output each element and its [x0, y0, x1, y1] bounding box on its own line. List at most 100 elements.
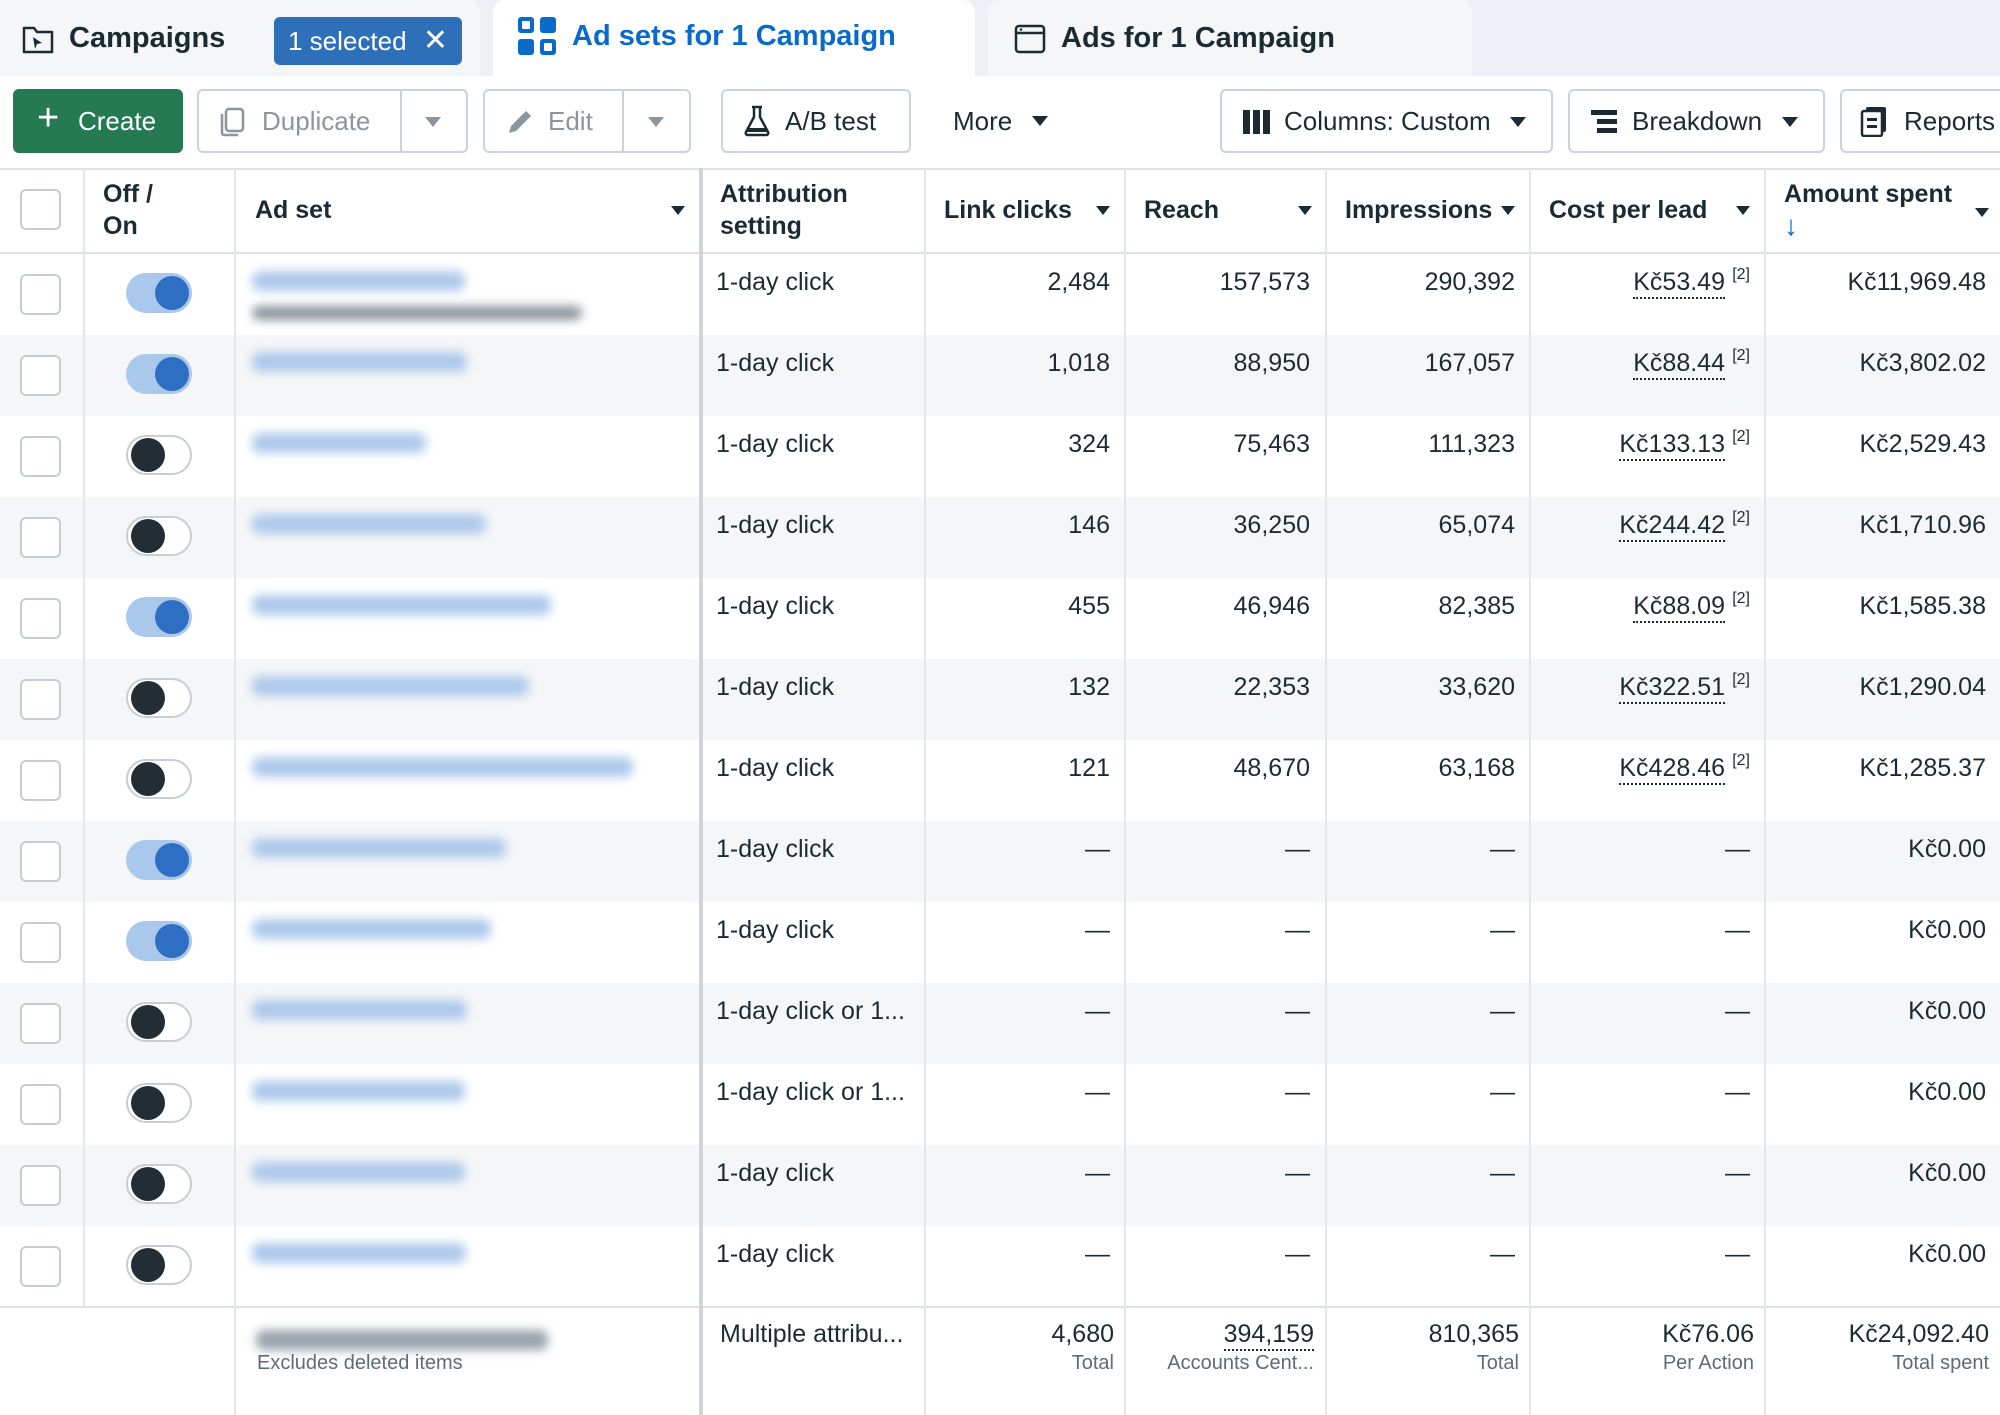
- col-header-cost-per-lead[interactable]: Cost per lead: [1549, 168, 1750, 252]
- row-cost-footnote: [2]: [1732, 428, 1750, 445]
- row-toggle[interactable]: [126, 1002, 192, 1042]
- row-cost-per-lead: —: [1725, 1159, 1750, 1187]
- table-row[interactable]: 1-day click 132 22,353 33,620 Kč322.51 [2] Kč1…: [0, 659, 2000, 740]
- totals-cost-per-lead: Kč76.06: [1662, 1320, 1754, 1348]
- ad-set-name-blurred[interactable]: [252, 1162, 465, 1182]
- row-checkbox[interactable]: [20, 760, 61, 801]
- col-sep: [1325, 168, 1327, 1415]
- row-checkbox[interactable]: [20, 1003, 61, 1044]
- breakdown-button[interactable]: Breakdown: [1568, 89, 1825, 153]
- ad-set-name-blurred[interactable]: [252, 433, 426, 453]
- ad-set-name-blurred[interactable]: [252, 271, 465, 291]
- ad-set-name-blurred[interactable]: [252, 1000, 467, 1020]
- row-checkbox[interactable]: [20, 598, 61, 639]
- row-amount-spent: Kč1,710.96: [1859, 511, 1987, 539]
- totals-amount-spent: Kč24,092.40: [1848, 1320, 1989, 1348]
- create-button[interactable]: + Create: [13, 89, 183, 153]
- table-row[interactable]: 1-day click — — — — Kč0.00: [0, 1145, 2000, 1226]
- col-header-link-clicks[interactable]: Link clicks: [944, 168, 1110, 252]
- tab-ads[interactable]: Ads for 1 Campaign: [988, 0, 1472, 76]
- col-header-off-on[interactable]: Off / On: [103, 168, 183, 252]
- ad-set-name-blurred[interactable]: [252, 676, 529, 696]
- row-cost-per-lead[interactable]: Kč133.13: [1619, 430, 1725, 461]
- row-toggle[interactable]: [126, 1245, 192, 1285]
- col-header-amount-spent[interactable]: Amount spent ↓: [1784, 168, 1989, 252]
- row-checkbox[interactable]: [20, 355, 61, 396]
- row-toggle[interactable]: [126, 516, 192, 556]
- selected-count-badge[interactable]: 1 selected ✕: [274, 17, 462, 65]
- row-cost-per-lead[interactable]: Kč244.42: [1619, 511, 1725, 542]
- table-row[interactable]: 1-day click 121 48,670 63,168 Kč428.46 [2] Kč1…: [0, 740, 2000, 821]
- more-button[interactable]: More: [953, 89, 1049, 153]
- edit-dropdown-icon[interactable]: [648, 117, 664, 127]
- more-dropdown-icon: [1032, 116, 1049, 126]
- ad-set-name-blurred[interactable]: [252, 595, 551, 615]
- row-checkbox[interactable]: [20, 1084, 61, 1125]
- row-checkbox[interactable]: [20, 1165, 61, 1206]
- ad-set-name-blurred[interactable]: [252, 757, 633, 777]
- row-cost-per-lead[interactable]: Kč88.09: [1633, 592, 1725, 623]
- row-toggle[interactable]: [126, 921, 192, 961]
- table-row[interactable]: 1-day click 146 36,250 65,074 Kč244.42 [2] Kč1…: [0, 497, 2000, 578]
- row-link-clicks: —: [1085, 1240, 1110, 1268]
- ad-set-name-blurred[interactable]: [252, 514, 486, 534]
- row-cost-per-lead[interactable]: Kč53.49: [1633, 268, 1725, 299]
- row-checkbox[interactable]: [20, 841, 61, 882]
- table-row[interactable]: 1-day click — — — — Kč0.00: [0, 821, 2000, 902]
- row-checkbox[interactable]: [20, 436, 61, 477]
- duplicate-dropdown-icon[interactable]: [425, 117, 441, 127]
- row-checkbox[interactable]: [20, 679, 61, 720]
- select-all-checkbox[interactable]: [20, 189, 61, 230]
- table-row[interactable]: 1-day click 455 46,946 82,385 Kč88.09 [2] Kč1,…: [0, 578, 2000, 659]
- sort-caret-icon: [671, 206, 685, 215]
- row-toggle[interactable]: [126, 273, 192, 313]
- row-toggle[interactable]: [126, 1083, 192, 1123]
- adsets-table: Off / On Ad set Attribution setting Link…: [0, 168, 2000, 1415]
- clear-selection-icon[interactable]: ✕: [423, 23, 448, 58]
- col-header-ad-set[interactable]: Ad set: [255, 168, 685, 252]
- row-link-clicks: 324: [1068, 430, 1110, 458]
- ad-set-name-blurred[interactable]: [252, 1243, 466, 1263]
- row-toggle[interactable]: [126, 840, 192, 880]
- table-row[interactable]: 1-day click 324 75,463 111,323 Kč133.13 [2] Kč…: [0, 416, 2000, 497]
- row-checkbox[interactable]: [20, 274, 61, 315]
- row-amount-spent: Kč0.00: [1908, 1159, 1986, 1187]
- edit-button[interactable]: Edit: [483, 89, 691, 153]
- table-row[interactable]: 1-day click or 1... — — — — Kč0.00: [0, 983, 2000, 1064]
- row-toggle[interactable]: [126, 597, 192, 637]
- col-header-reach[interactable]: Reach: [1144, 168, 1312, 252]
- row-toggle[interactable]: [126, 435, 192, 475]
- col-header-cost-per-lead-label: Cost per lead: [1549, 195, 1708, 224]
- row-toggle[interactable]: [126, 759, 192, 799]
- ab-test-button[interactable]: A/B test: [721, 89, 911, 153]
- tab-adsets[interactable]: Ad sets for 1 Campaign: [493, 0, 975, 76]
- row-cost-per-lead[interactable]: Kč428.46: [1619, 754, 1725, 785]
- col-header-attribution[interactable]: Attribution setting: [720, 168, 920, 252]
- table-row[interactable]: 1-day click — — — — Kč0.00: [0, 902, 2000, 983]
- columns-button[interactable]: Columns: Custom: [1220, 89, 1553, 153]
- tab-campaigns[interactable]: Campaigns 1 selected ✕: [0, 0, 480, 76]
- row-toggle[interactable]: [126, 1164, 192, 1204]
- row-cost-per-lead[interactable]: Kč322.51: [1619, 673, 1725, 704]
- duplicate-button[interactable]: Duplicate: [197, 89, 468, 153]
- row-checkbox[interactable]: [20, 922, 61, 963]
- row-reach: 46,946: [1233, 592, 1310, 620]
- col-header-impressions[interactable]: Impressions: [1345, 168, 1515, 252]
- ad-set-name-blurred[interactable]: [252, 1081, 465, 1101]
- row-toggle[interactable]: [126, 354, 192, 394]
- totals-reach[interactable]: 394,159: [1223, 1320, 1314, 1351]
- ad-set-name-blurred[interactable]: [252, 352, 467, 372]
- table-row[interactable]: 1-day click 2,484 157,573 290,392 Kč53.49 [2]…: [0, 254, 2000, 335]
- ad-set-name-blurred[interactable]: [252, 838, 506, 858]
- row-toggle[interactable]: [126, 678, 192, 718]
- reports-button[interactable]: Reports: [1840, 89, 2000, 153]
- table-row[interactable]: 1-day click — — — — Kč0.00: [0, 1226, 2000, 1307]
- row-amount-spent: Kč0.00: [1908, 1078, 1986, 1106]
- row-cost-per-lead[interactable]: Kč88.44: [1633, 349, 1725, 380]
- row-checkbox[interactable]: [20, 1246, 61, 1287]
- table-row[interactable]: 1-day click or 1... — — — — Kč0.00: [0, 1064, 2000, 1145]
- toggle-knob: [155, 843, 189, 877]
- table-row[interactable]: 1-day click 1,018 88,950 167,057 Kč88.44 [2] K…: [0, 335, 2000, 416]
- row-checkbox[interactable]: [20, 517, 61, 558]
- ad-set-name-blurred[interactable]: [252, 919, 491, 939]
